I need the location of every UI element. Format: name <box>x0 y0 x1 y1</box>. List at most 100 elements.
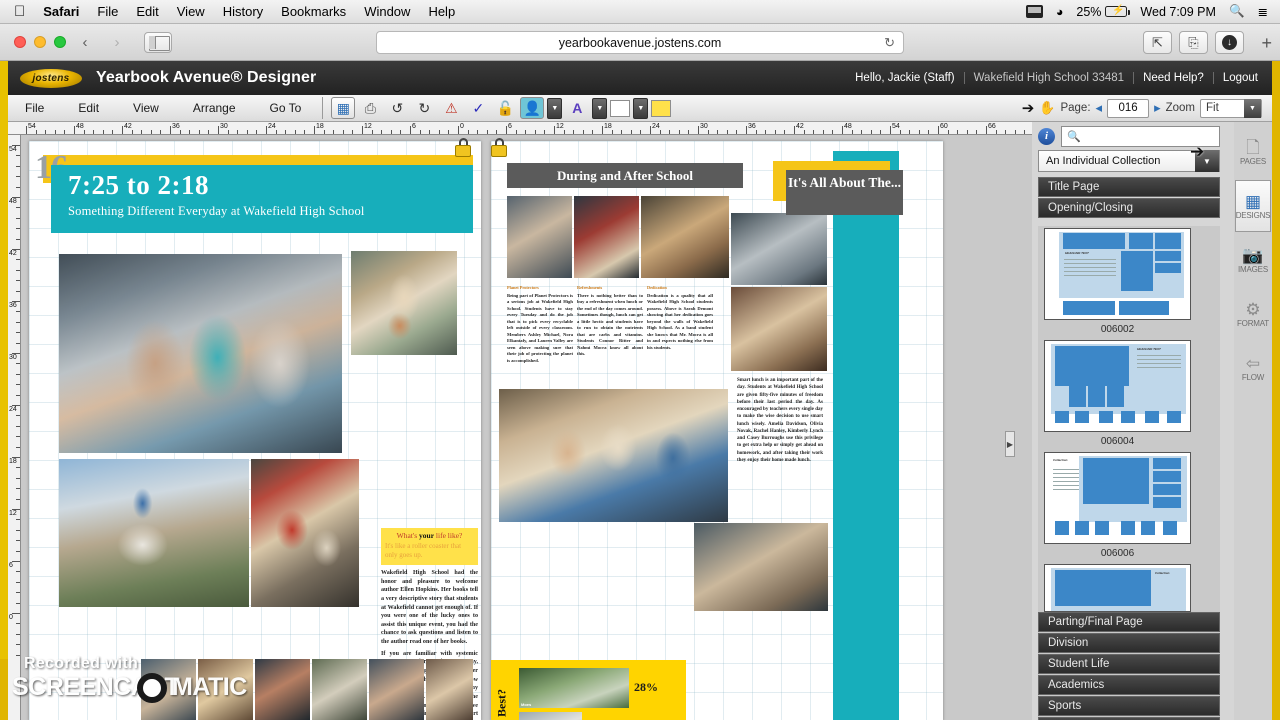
portrait-icon[interactable]: 👤 <box>520 97 545 119</box>
category-opening-closing[interactable]: Opening/Closing <box>1038 198 1220 218</box>
back-chevron-icon[interactable]: ‹ <box>72 31 98 53</box>
logout-link[interactable]: Logout <box>1214 72 1258 84</box>
canvas-collapse-handle[interactable]: ▶ <box>1005 431 1015 457</box>
tb-menu-edit[interactable]: Edit <box>61 101 116 115</box>
photo-study-group[interactable] <box>694 523 828 611</box>
photo-classroom[interactable] <box>731 287 827 371</box>
rail-button-designs[interactable]: ▦ DESIGNS <box>1235 180 1271 232</box>
chart-bar-mcdonalds[interactable]: McDonalds <box>519 712 582 720</box>
smart-lunch-text[interactable]: Smart lunch is an important part of the … <box>737 377 823 464</box>
text-color-icon[interactable]: A <box>565 97 589 119</box>
next-page-icon[interactable]: ▸ <box>1154 100 1161 116</box>
fill-color-swatch[interactable] <box>610 99 631 117</box>
left-page[interactable]: 16 7:25 to 2:18 Something Different Ever… <box>29 141 481 720</box>
undo-icon[interactable]: ↺ <box>385 97 409 119</box>
save-icon[interactable]: ▦ <box>331 97 356 119</box>
lunch-spot-chart[interactable]: Which Lunch Spot Is Best? Moes 28% McDon… <box>491 660 686 720</box>
design-thumbnail-006002[interactable]: HEADLINE TEXT <box>1044 228 1191 320</box>
menu-bookmarks[interactable]: Bookmarks <box>281 4 346 19</box>
maximize-window-button[interactable] <box>54 36 66 48</box>
new-tab-icon[interactable]: + <box>1261 33 1272 54</box>
rail-button-flow[interactable]: ⇦ FLOW <box>1235 342 1271 394</box>
spellcheck-icon[interactable]: ✓ <box>466 97 490 119</box>
photo-teacher-library[interactable] <box>351 251 457 355</box>
zoom-select[interactable]: Fit ▼ <box>1200 98 1262 118</box>
jostens-logo[interactable]: jostens <box>20 68 82 88</box>
rail-button-pages[interactable]: 🗋 PAGES <box>1235 126 1271 178</box>
zoom-dropdown-caret-icon[interactable]: ▼ <box>1244 98 1261 118</box>
section-header-bar[interactable]: During and After School <box>507 163 743 188</box>
print-icon[interactable]: ⎙ <box>358 97 382 119</box>
design-thumbnail-next[interactable]: Collection <box>1044 564 1191 612</box>
prev-page-icon[interactable]: ◂ <box>1096 100 1103 116</box>
notification-center-icon[interactable]: ≣ <box>1258 4 1268 19</box>
article-column-2[interactable]: Refreshments There is nothing better tha… <box>577 285 643 358</box>
close-window-button[interactable] <box>14 36 26 48</box>
photo-cafeteria-large[interactable] <box>499 389 728 522</box>
photo-hallway-right[interactable] <box>731 213 827 285</box>
filmstrip-photo-6[interactable] <box>426 659 473 720</box>
apple-menu-icon[interactable]:  <box>14 4 25 19</box>
warning-icon[interactable]: ⚠ <box>439 97 463 119</box>
photo-student-cow[interactable] <box>59 459 249 607</box>
menu-history[interactable]: History <box>223 4 263 19</box>
address-bar[interactable]: yearbookavenue.jostens.com ↻ <box>376 31 904 54</box>
photo-vending[interactable] <box>574 196 639 278</box>
design-thumbnail-006004[interactable]: HEADLINE TEXT <box>1044 340 1191 432</box>
rail-button-format[interactable]: ⚙ FORMAT <box>1235 288 1271 340</box>
quote-box[interactable]: What's your life like? It's like a rolle… <box>381 528 478 565</box>
filmstrip-photo-5[interactable] <box>369 659 424 720</box>
pointer-tool-icon[interactable]: ➔ <box>1022 99 1035 117</box>
menu-help[interactable]: Help <box>428 4 455 19</box>
filmstrip-photo-2[interactable] <box>198 659 253 720</box>
clock-label[interactable]: Wed 7:09 PM <box>1140 5 1216 19</box>
rail-button-images[interactable]: 📷 IMAGES <box>1235 234 1271 286</box>
photo-students-group[interactable] <box>251 459 359 607</box>
chart-bar-moes[interactable]: Moes <box>519 668 629 708</box>
menu-window[interactable]: Window <box>364 4 410 19</box>
teal-side-strip[interactable] <box>833 151 899 720</box>
photo-violin[interactable] <box>641 196 729 278</box>
menu-edit[interactable]: Edit <box>136 4 158 19</box>
hand-tool-icon[interactable]: ✋ <box>1039 100 1055 116</box>
page-number-input[interactable]: 016 <box>1107 98 1150 118</box>
menu-file[interactable]: File <box>97 4 118 19</box>
page-canvas[interactable]: 16 7:25 to 2:18 Something Different Ever… <box>21 135 1032 720</box>
fill-color-dropdown-caret-icon[interactable]: ▼ <box>633 97 649 119</box>
need-help-link[interactable]: Need Help? <box>1134 72 1214 84</box>
photo-recycling[interactable] <box>507 196 572 278</box>
category-sports[interactable]: Sports <box>1038 696 1220 716</box>
redo-icon[interactable]: ↻ <box>412 97 436 119</box>
menu-safari[interactable]: Safari <box>43 4 79 19</box>
article-column-1[interactable]: Planet Protectors Being part of Planet P… <box>507 285 573 364</box>
reload-icon[interactable]: ↻ <box>884 35 895 51</box>
tb-menu-arrange[interactable]: Arrange <box>176 101 253 115</box>
sidebar-toggle-icon[interactable] <box>144 31 172 53</box>
filmstrip-photo-4[interactable] <box>312 659 367 720</box>
window-controls[interactable] <box>14 36 66 48</box>
page-spread[interactable]: 16 7:25 to 2:18 Something Different Ever… <box>21 138 1015 720</box>
info-icon[interactable]: i <box>1038 127 1055 145</box>
unlock-icon[interactable]: 🔓 <box>493 97 517 119</box>
tb-menu-file[interactable]: File <box>8 101 61 115</box>
lock-icon-right[interactable] <box>491 138 507 158</box>
design-thumbnail-006006[interactable]: Collection <box>1044 452 1191 544</box>
category-title-page[interactable]: Title Page <box>1038 177 1220 197</box>
menu-view[interactable]: View <box>177 4 205 19</box>
show-tabs-icon[interactable]: ⎘ <box>1179 31 1208 54</box>
article-column-3[interactable]: Dedication Dedication is a quality that … <box>647 285 713 351</box>
category-division[interactable]: Division <box>1038 633 1220 653</box>
lock-icon-left[interactable] <box>455 138 471 158</box>
photo-students-hallway[interactable] <box>59 254 342 453</box>
forward-chevron-icon[interactable]: › <box>104 31 130 53</box>
category-academics[interactable]: Academics <box>1038 675 1220 695</box>
wifi-icon[interactable]: ◕ <box>1056 5 1064 19</box>
share-icon[interactable]: ⇱ <box>1143 31 1172 54</box>
minimize-window-button[interactable] <box>34 36 46 48</box>
category-student-life[interactable]: Student Life <box>1038 654 1220 674</box>
tb-menu-view[interactable]: View <box>116 101 176 115</box>
search-icon[interactable]: 🔍 <box>1229 4 1245 19</box>
portrait-dropdown-caret-icon[interactable]: ▼ <box>547 97 563 119</box>
filmstrip-photo-3[interactable] <box>255 659 310 720</box>
highlight-color-swatch[interactable] <box>651 99 672 117</box>
